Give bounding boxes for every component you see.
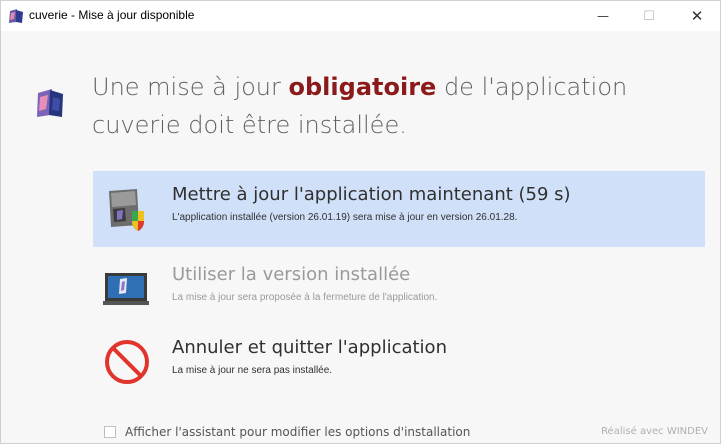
headline-part-1: Une mise à jour	[92, 73, 289, 101]
maximize-icon: ☐	[643, 8, 655, 24]
minimize-button[interactable]: —	[580, 1, 626, 31]
option-title: Utiliser la version installée	[172, 264, 411, 285]
windev-brand-label: Réalisé avec WINDEV	[601, 426, 708, 437]
app-logo-icon	[37, 89, 63, 117]
update-box-shield-icon	[109, 189, 144, 231]
maximize-button: ☐	[626, 1, 672, 31]
prohibited-sign-icon	[105, 340, 149, 384]
page-title: Une mise à jour obligatoire de l'applica…	[92, 68, 692, 144]
option-description: L'application installée (version 26.01.1…	[172, 212, 518, 223]
headline-part-2: de l'application	[436, 73, 628, 101]
use-installed-version-option: Utiliser la version installée La mise à …	[93, 251, 705, 327]
show-assistant-label[interactable]: Afficher l'assistant pour modifier les o…	[125, 425, 470, 439]
update-now-option[interactable]: Mettre à jour l'application maintenant (…	[93, 171, 705, 247]
close-button[interactable]: ✕	[674, 1, 720, 31]
app-icon	[9, 9, 23, 23]
cancel-and-quit-option[interactable]: Annuler et quitter l'application La mise…	[93, 324, 705, 400]
close-icon: ✕	[690, 7, 704, 25]
minimize-icon: —	[597, 9, 609, 23]
window-title: cuverie - Mise à jour disponible	[29, 8, 195, 22]
show-assistant-checkbox[interactable]	[104, 426, 116, 438]
option-description: La mise à jour sera proposée à la fermet…	[172, 292, 438, 303]
headline-emphasis: obligatoire	[288, 73, 437, 101]
update-dialog-window: cuverie - Mise à jour disponible — ☐ ✕ U…	[0, 0, 721, 444]
computer-monitor-icon	[103, 273, 149, 305]
option-title: Annuler et quitter l'application	[172, 337, 447, 358]
option-description: La mise à jour ne sera pas installée.	[172, 365, 333, 376]
option-title: Mettre à jour l'application maintenant (…	[172, 184, 571, 205]
headline-line-2: cuverie doit être installée.	[92, 111, 407, 139]
title-bar[interactable]: cuverie - Mise à jour disponible — ☐ ✕	[1, 1, 720, 31]
